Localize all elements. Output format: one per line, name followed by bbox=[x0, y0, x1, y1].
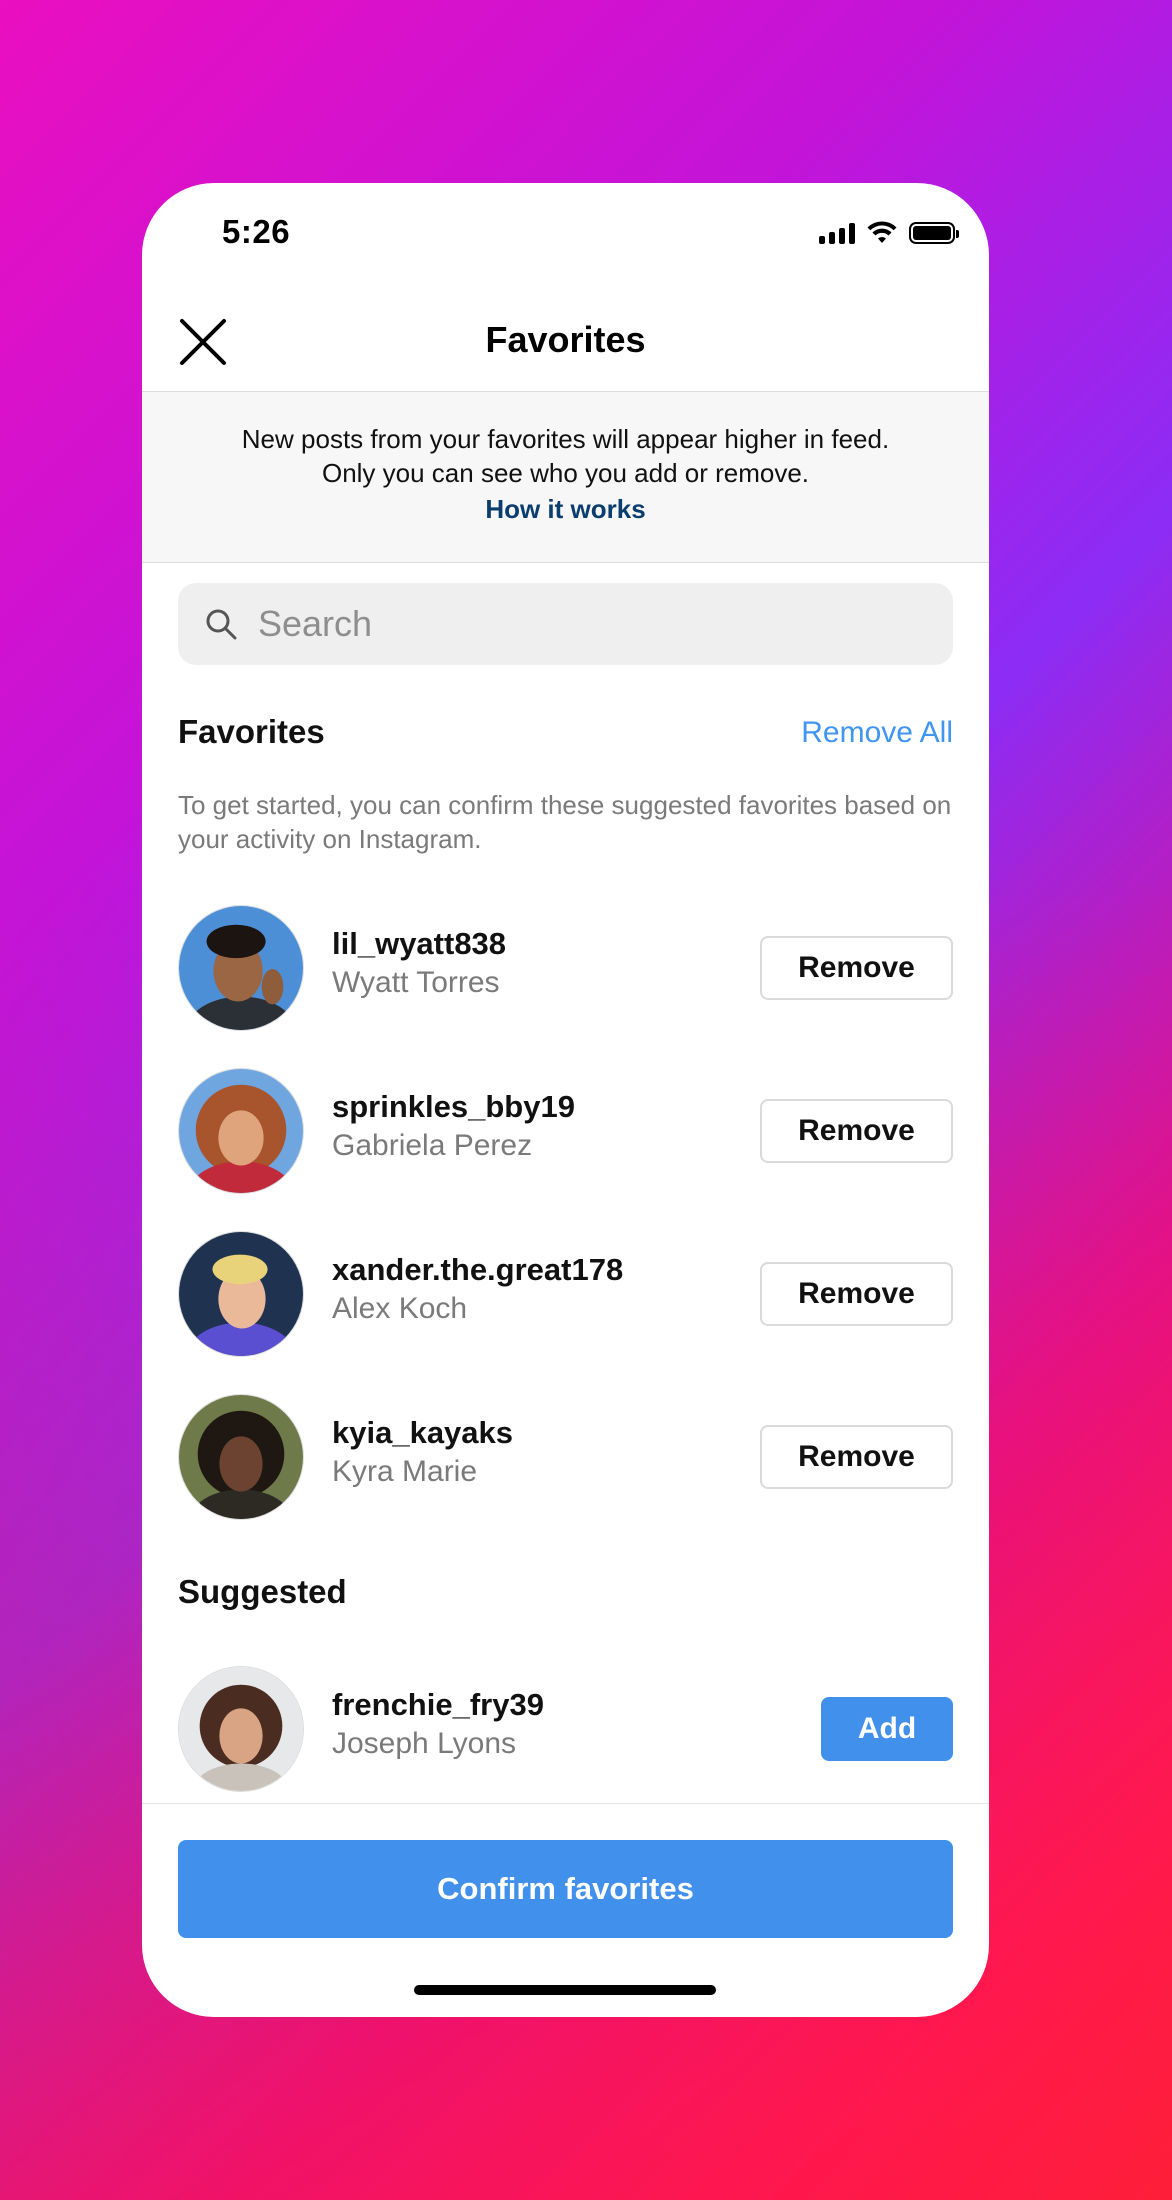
nav-header: Favorites bbox=[142, 293, 989, 391]
user-text: frenchie_fry39 Joseph Lyons bbox=[332, 1686, 544, 1764]
avatar bbox=[178, 905, 304, 1031]
avatar bbox=[178, 1231, 304, 1357]
avatar bbox=[178, 1068, 304, 1194]
info-text-line-2: Only you can see who you add or remove. bbox=[321, 458, 810, 488]
search-input[interactable] bbox=[256, 602, 860, 646]
user-text: xander.the.great178 Alex Koch bbox=[332, 1251, 623, 1329]
confirm-favorites-button[interactable]: Confirm favorites bbox=[178, 1840, 953, 1938]
remove-button[interactable]: Remove bbox=[760, 1425, 953, 1489]
username: frenchie_fry39 bbox=[332, 1687, 544, 1722]
avatar bbox=[178, 1666, 304, 1792]
search-icon bbox=[206, 609, 237, 640]
status-bar: 5:26 bbox=[142, 183, 989, 293]
username: kyia_kayaks bbox=[332, 1415, 514, 1450]
divider bbox=[142, 1803, 989, 1804]
favorite-user-row[interactable]: lil_wyatt838 Wyatt Torres Remove bbox=[178, 905, 953, 1033]
wifi-icon bbox=[867, 221, 897, 243]
how-it-works-link[interactable]: How it works bbox=[485, 494, 645, 525]
username: sprinkles_bby19 bbox=[332, 1089, 575, 1124]
favorite-user-row[interactable]: xander.the.great178 Alex Koch Remove bbox=[178, 1231, 953, 1359]
remove-button[interactable]: Remove bbox=[760, 936, 953, 1000]
user-text: kyia_kayaks Kyra Marie bbox=[332, 1414, 513, 1492]
home-indicator bbox=[414, 1985, 716, 1995]
signal-icon bbox=[819, 222, 855, 244]
user-text: lil_wyatt838 Wyatt Torres bbox=[332, 925, 506, 1003]
suggested-section-title: Suggested bbox=[178, 1573, 347, 1610]
favorite-user-row[interactable]: kyia_kayaks Kyra Marie Remove bbox=[178, 1394, 953, 1522]
info-text-line-1: New posts from your favorites will appea… bbox=[241, 424, 890, 454]
favorites-section-title: Favorites bbox=[178, 713, 325, 750]
remove-all-link[interactable]: Remove All bbox=[801, 716, 953, 750]
username: lil_wyatt838 bbox=[332, 926, 507, 961]
username: xander.the.great178 bbox=[332, 1252, 624, 1287]
user-text: sprinkles_bby19 Gabriela Perez bbox=[332, 1088, 575, 1166]
avatar bbox=[178, 1394, 304, 1520]
info-banner: New posts from your favorites will appea… bbox=[142, 391, 989, 563]
favorite-user-row[interactable]: sprinkles_bby19 Gabriela Perez Remove bbox=[178, 1068, 953, 1196]
full-name: Gabriela Perez bbox=[332, 1129, 533, 1162]
favorites-description: To get started, you can confirm these su… bbox=[178, 790, 952, 854]
search-bar[interactable] bbox=[178, 583, 953, 665]
full-name: Joseph Lyons bbox=[332, 1727, 517, 1760]
remove-button[interactable]: Remove bbox=[760, 1099, 953, 1163]
add-button[interactable]: Add bbox=[821, 1697, 953, 1761]
full-name: Kyra Marie bbox=[332, 1455, 478, 1488]
full-name: Wyatt Torres bbox=[332, 966, 500, 999]
phone-screen: 5:26 Favorites New posts from your favor… bbox=[142, 183, 989, 2017]
status-time: 5:26 bbox=[222, 213, 291, 250]
status-icons bbox=[819, 221, 959, 245]
suggested-user-row[interactable]: frenchie_fry39 Joseph Lyons Add bbox=[178, 1666, 953, 1794]
full-name: Alex Koch bbox=[332, 1292, 468, 1325]
page-title: Favorites bbox=[485, 319, 646, 360]
remove-button[interactable]: Remove bbox=[760, 1262, 953, 1326]
battery-icon bbox=[909, 222, 959, 244]
